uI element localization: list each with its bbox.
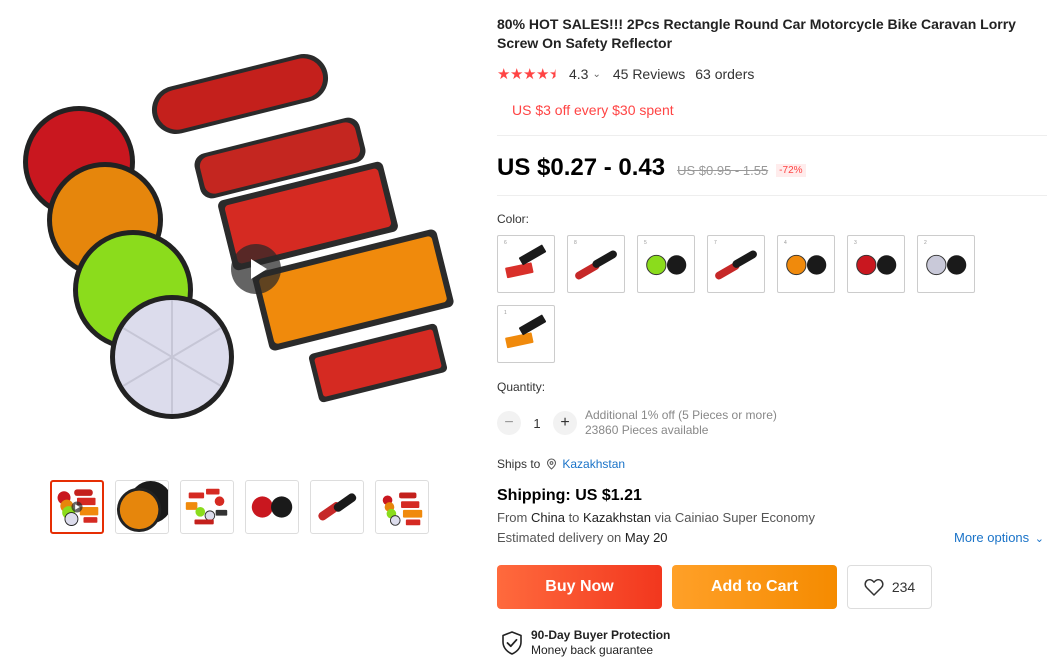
delivery-date: May 20	[624, 530, 668, 545]
play-video-button[interactable]	[231, 244, 281, 294]
star-rating: ★ ★ ★ ★ ★	[497, 65, 563, 83]
thumb-assorted[interactable]	[180, 480, 234, 534]
variant-number: 7	[714, 240, 717, 246]
half-star-icon: ★	[549, 66, 563, 83]
star-icon: ★	[536, 66, 550, 83]
heart-icon	[864, 578, 884, 596]
current-price: US $0.27 - 0.43	[497, 154, 666, 181]
color-option-white-round-and-black-base[interactable]: 2	[917, 235, 975, 293]
chevron-down-icon[interactable]: ⌄	[592, 69, 600, 80]
star-icon: ★	[510, 66, 524, 83]
color-label: Color:	[497, 212, 530, 226]
variant-number: 5	[644, 240, 647, 246]
product-gallery	[0, 0, 470, 671]
destination-country: Kazakhstan	[583, 510, 651, 525]
thumb-red-round[interactable]	[245, 480, 299, 534]
original-price: US $0.95 - 1.55	[677, 163, 769, 178]
color-option-orange-round-and-black-base[interactable]: 4	[777, 235, 835, 293]
chevron-down-icon: ⌄	[1034, 533, 1044, 545]
to-prefix: to	[568, 510, 580, 525]
color-option-orange-rectangle-and-black-base[interactable]: 1	[497, 305, 555, 363]
color-swatches: 6 8 5 7 4 3 2 1	[497, 235, 987, 363]
buy-now-button[interactable]: Buy Now	[497, 565, 662, 609]
coupon-text[interactable]: US $3 off every $30 spent	[512, 102, 674, 118]
reflector-round-white	[110, 295, 234, 419]
product-info: 80% HOT SALES!!! 2Pcs Rectangle Round Ca…	[497, 0, 1049, 671]
variant-number: 6	[504, 240, 507, 246]
location-pin-icon	[547, 458, 557, 470]
quantity-info: Additional 1% off (5 Pieces or more) 238…	[585, 408, 777, 438]
more-options-label: More options	[954, 530, 1030, 545]
thumb-orange-round[interactable]	[115, 480, 169, 534]
rating-value[interactable]: 4.3	[569, 66, 588, 82]
star-icon: ★	[523, 66, 537, 83]
color-option-red-oblong-and-black-base[interactable]: 7	[707, 235, 765, 293]
shipping-cost: Shipping: US $1.21	[497, 487, 642, 504]
quantity-stepper: − 1 + Additional 1% off (5 Pieces or mor…	[497, 408, 777, 438]
color-option-green-round-and-black-base[interactable]: 5	[637, 235, 695, 293]
star-icon: ★	[497, 66, 511, 83]
variant-number: 2	[924, 240, 927, 246]
reviews-link[interactable]: 45 Reviews	[613, 66, 685, 82]
shipping-method: via Cainiao Super Economy	[654, 510, 816, 525]
quantity-input[interactable]: 1	[521, 416, 553, 431]
thumb-group[interactable]	[375, 480, 429, 534]
color-option-red-round-and-black-base[interactable]: 3	[847, 235, 905, 293]
ships-to-label: Ships to	[497, 457, 541, 471]
add-to-cart-button[interactable]: Add to Cart	[672, 565, 837, 609]
variant-number: 8	[574, 240, 577, 246]
orders-count: 63 orders	[695, 66, 755, 82]
from-prefix: From	[497, 510, 528, 525]
buyer-protection: 90-Day Buyer Protection Money back guara…	[501, 628, 670, 658]
wishlist-count: 234	[891, 579, 916, 595]
delivery-prefix: Estimated delivery on	[497, 530, 622, 545]
increase-quantity-button[interactable]: +	[553, 411, 577, 435]
shipping-route: From China to Kazakhstan via Cainiao Sup…	[497, 510, 815, 525]
shield-check-icon	[502, 631, 522, 655]
thumbnail-strip	[50, 480, 429, 534]
quantity-label: Quantity:	[497, 380, 546, 394]
reflector-oblong-1	[151, 54, 329, 134]
variant-number: 1	[504, 310, 507, 316]
bulk-discount-note: Additional 1% off (5 Pieces or more)	[585, 408, 777, 422]
ship-country-link[interactable]: Kazakhstan	[562, 457, 625, 471]
color-option-red-rectangle-and-black-base[interactable]: 6	[497, 235, 555, 293]
estimated-delivery: Estimated delivery on May 20	[497, 530, 668, 545]
protection-subtitle: Money back guarantee	[531, 643, 654, 657]
more-shipping-options-link[interactable]: More options ⌄	[954, 530, 1044, 545]
main-product-image[interactable]	[15, 30, 460, 450]
thumb-red-oblong[interactable]	[310, 480, 364, 534]
color-option-red-oval-and-black-base[interactable]: 8	[567, 235, 625, 293]
divider	[497, 135, 1047, 136]
origin-country: China	[530, 510, 565, 525]
protection-title: 90-Day Buyer Protection	[531, 628, 671, 642]
ships-to: Ships to Kazakhstan	[497, 457, 625, 471]
decrease-quantity-button[interactable]: −	[497, 411, 521, 435]
price-row: US $0.27 - 0.43 US $0.95 - 1.55 -72%	[497, 154, 806, 182]
discount-badge: -72%	[776, 164, 806, 177]
variant-number: 3	[854, 240, 857, 246]
rating-row: ★ ★ ★ ★ ★ 4.3 ⌄ 45 Reviews 63 orders	[497, 65, 754, 83]
stock-available: 23860 Pieces available	[585, 423, 709, 437]
variant-number: 4	[784, 240, 787, 246]
wishlist-button[interactable]: 234	[847, 565, 932, 609]
product-title: 80% HOT SALES!!! 2Pcs Rectangle Round Ca…	[497, 16, 1016, 51]
divider	[497, 195, 1047, 196]
thumb-all-reflectors[interactable]	[50, 480, 104, 534]
